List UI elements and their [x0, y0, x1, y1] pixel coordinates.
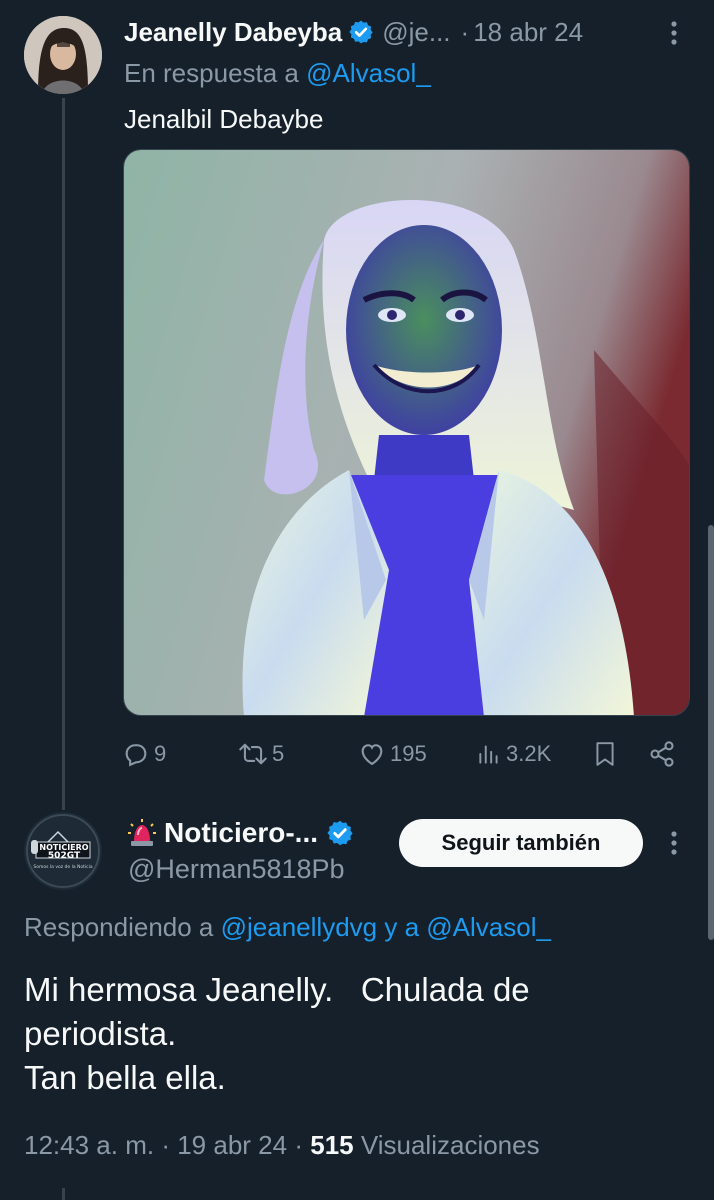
- author-name[interactable]: Jeanelly Dabeyba: [124, 17, 342, 48]
- retweet-count: 5: [272, 741, 285, 766]
- views-label: Visualizaciones: [360, 1130, 540, 1160]
- reply-button[interactable]: 9: [122, 734, 166, 774]
- reply-context: Respondiendo a @jeanellydvg y a @Alvasol…: [24, 912, 551, 943]
- retweet-icon: [239, 743, 267, 765]
- reply-icon: [125, 744, 147, 767]
- tweet-text-line: periodista.: [24, 1015, 177, 1052]
- tweet-header: Noticiero-...: [128, 814, 354, 852]
- logo-line2: 502GT: [48, 851, 81, 861]
- tweet-text: Jenalbil Debaybe: [124, 104, 324, 134]
- verified-badge-icon: [349, 20, 373, 44]
- bookmark-icon: [596, 742, 614, 766]
- separator-dot: ·: [294, 1130, 303, 1160]
- tweet-time[interactable]: 12:43 a. m.: [24, 1130, 154, 1160]
- reply-prefix: En respuesta a: [124, 58, 299, 88]
- tweet-actions: 9 5 195 3.2K: [122, 734, 682, 774]
- tweet-text: Mi hermosa Jeanelly. Chulada de periodis…: [24, 968, 530, 1100]
- scrollbar[interactable]: [708, 525, 714, 940]
- views-button[interactable]: 3.2K: [476, 734, 551, 774]
- views-count: 515: [310, 1130, 354, 1160]
- separator-dot: ·: [460, 16, 470, 47]
- share-icon: [650, 741, 674, 767]
- author-avatar[interactable]: NOTICIERO 502GT Somos la voz de la Notic…: [24, 812, 102, 890]
- verified-badge-icon: [327, 820, 353, 846]
- author-name[interactable]: Noticiero-...: [164, 817, 318, 849]
- views-count: 3.2K: [506, 741, 552, 766]
- tweet-text-line: Tan bella ella.: [24, 1059, 226, 1096]
- siren-icon: [128, 819, 156, 846]
- mention-link[interactable]: @jeanellydvg: [221, 912, 377, 942]
- tweet-date[interactable]: 18 abr 24: [473, 17, 583, 48]
- share-button[interactable]: [648, 734, 676, 774]
- reply-conjunction[interactable]: y a: [384, 912, 419, 942]
- more-icon[interactable]: [664, 828, 684, 858]
- reply-context: En respuesta a @Alvasol_: [124, 58, 431, 89]
- avatar-portrait: [24, 16, 102, 94]
- retweet-button[interactable]: 5: [238, 734, 284, 774]
- tweet-date[interactable]: 19 abr 24: [177, 1130, 287, 1160]
- logo-tagline: Somos la voz de la Noticia: [33, 864, 93, 870]
- author-avatar[interactable]: [24, 16, 102, 94]
- mention-link[interactable]: @Alvasol_: [426, 912, 551, 942]
- tweet-image[interactable]: [123, 149, 690, 716]
- like-count: 195: [390, 741, 427, 766]
- more-icon[interactable]: [664, 18, 684, 48]
- like-icon: [361, 744, 383, 766]
- portrait-image: [124, 150, 689, 715]
- author-handle[interactable]: @Herman5818Pb: [128, 854, 345, 885]
- author-handle[interactable]: @je...: [382, 17, 450, 48]
- tweet-header: Jeanelly Dabeyba @je... · 18 abr 24: [124, 14, 664, 50]
- tweet-text-line: Mi hermosa Jeanelly. Chulada de: [24, 971, 530, 1008]
- thread-line-bottom: [62, 1188, 65, 1200]
- tweet-meta: 12:43 a. m. · 19 abr 24 · 515 Visualizac…: [24, 1130, 540, 1161]
- reply-count: 9: [154, 741, 167, 766]
- like-button[interactable]: 195: [358, 734, 427, 774]
- reply-prefix: Respondiendo a: [24, 912, 214, 942]
- follow-button[interactable]: Seguir también: [399, 819, 643, 867]
- thread-line: [62, 98, 65, 810]
- mention-link[interactable]: @Alvasol_: [306, 58, 431, 88]
- views-icon: [479, 745, 498, 764]
- separator-dot: ·: [161, 1130, 170, 1160]
- bookmark-button[interactable]: [592, 734, 618, 774]
- noticiero-logo: NOTICIERO 502GT Somos la voz de la Notic…: [24, 812, 102, 890]
